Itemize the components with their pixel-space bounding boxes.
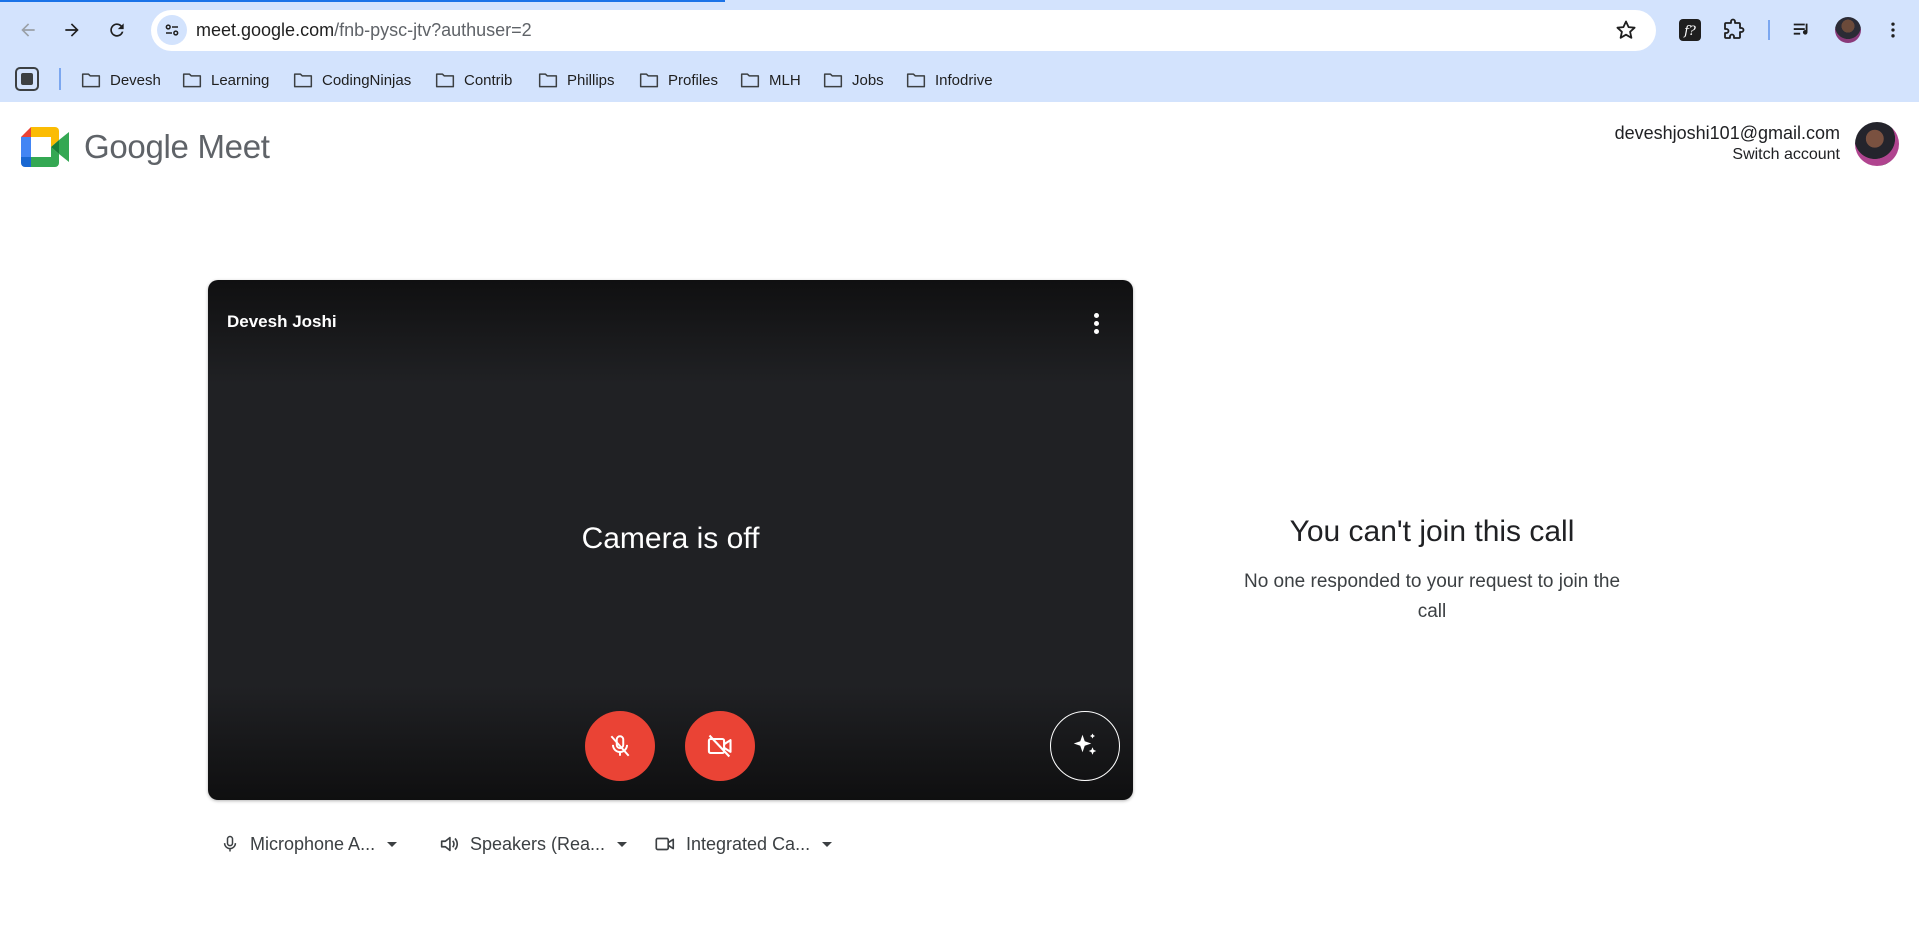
- svg-text:f?: f?: [1683, 24, 1697, 39]
- bookmarks-bar: Devesh Learning CodingNinjas Contrib Phi…: [0, 58, 1919, 102]
- kebab-menu-icon: [1891, 22, 1895, 38]
- brand-name: Google Meet: [84, 128, 270, 165]
- videocam-icon: [655, 837, 675, 851]
- video-preview: Devesh Joshi Camera is off: [208, 280, 1133, 800]
- toolbar-divider: [1768, 20, 1770, 40]
- account-avatar[interactable]: [1855, 122, 1899, 166]
- microphone-toggle-button[interactable]: [585, 711, 655, 781]
- formula-extension-button[interactable]: f?: [1673, 13, 1707, 47]
- folder-icon: [906, 73, 926, 88]
- bookmark-label: CodingNinjas: [322, 71, 412, 89]
- bookmark-folder[interactable]: CodingNinjas: [293, 66, 411, 94]
- forward-icon: [65, 23, 79, 37]
- site-info-button[interactable]: [157, 15, 187, 45]
- bookmark-folder[interactable]: Contrib: [435, 66, 512, 94]
- bookmark-label: Phillips: [567, 71, 615, 89]
- camera-label: Integrated Ca...: [686, 833, 811, 854]
- chevron-down-icon: [617, 841, 628, 847]
- forward-button[interactable]: [55, 13, 89, 47]
- folder-icon: [740, 73, 760, 88]
- folder-icon: [538, 73, 558, 88]
- star-icon: [1616, 20, 1636, 39]
- reload-icon: [110, 23, 124, 37]
- folder-icon: [293, 73, 313, 88]
- url-text: meet.google.com/fnb-pysc-jtv?authuser=2: [196, 20, 532, 41]
- camera-status-text: Camera is off: [581, 522, 760, 555]
- folder-icon: [182, 73, 202, 88]
- media-controls-icon: [1793, 23, 1808, 35]
- url-path: /fnb-pysc-jtv?authuser=2: [334, 20, 532, 40]
- bookmark-label: Devesh: [110, 71, 161, 89]
- visual-effects-button[interactable]: [1050, 711, 1120, 781]
- microphone-select[interactable]: Microphone A...: [220, 830, 398, 858]
- bookmark-star-button[interactable]: [1614, 18, 1638, 47]
- microphone-label: Microphone A...: [250, 833, 376, 854]
- speaker-icon: [440, 836, 459, 852]
- browser-menu-button[interactable]: [1876, 13, 1910, 47]
- video-off-icon: [707, 734, 732, 758]
- url-domain: meet.google.com: [196, 20, 335, 40]
- google-meet-logo[interactable]: Google Meet: [21, 127, 270, 167]
- join-status-panel: You can't join this call No one responde…: [1232, 515, 1632, 627]
- bookmark-folder[interactable]: Learning: [182, 66, 269, 94]
- profile-avatar[interactable]: [1835, 17, 1861, 43]
- bookmarks-divider: [59, 68, 61, 90]
- folder-icon: [81, 73, 101, 88]
- formula-extension-icon: f?: [1679, 19, 1701, 41]
- speakers-label: Speakers (Rea...: [470, 833, 606, 854]
- bookmark-label: Profiles: [668, 71, 719, 89]
- camera-select[interactable]: Integrated Ca...: [654, 830, 833, 858]
- preview-more-options-button[interactable]: [1084, 310, 1108, 336]
- back-icon: [21, 23, 35, 37]
- microphone-icon: [223, 835, 237, 852]
- media-controls-button[interactable]: [1785, 13, 1819, 47]
- join-status-title: You can't join this call: [1289, 515, 1575, 548]
- page-load-progress: [0, 0, 725, 2]
- address-bar[interactable]: meet.google.com/fnb-pysc-jtv?authuser=2: [151, 10, 1656, 51]
- folder-icon: [823, 73, 843, 88]
- bookmark-folder[interactable]: Profiles: [639, 66, 718, 94]
- apps-icon[interactable]: [15, 67, 39, 91]
- switch-account-link[interactable]: Switch account: [1615, 146, 1840, 164]
- account-email: deveshjoshi101@gmail.com: [1614, 123, 1840, 143]
- bookmark-folder[interactable]: Phillips: [538, 66, 615, 94]
- camera-toggle-button[interactable]: [685, 711, 755, 781]
- participant-name: Devesh Joshi: [227, 312, 337, 331]
- speakers-select[interactable]: Speakers (Rea...: [438, 830, 628, 858]
- meet-camera-logo-icon: [21, 127, 69, 167]
- bookmark-label: Infodrive: [935, 71, 993, 89]
- chevron-down-icon: [387, 841, 398, 847]
- browser-toolbar: meet.google.com/fnb-pysc-jtv?authuser=2 …: [0, 0, 1919, 58]
- back-button[interactable]: [11, 13, 45, 47]
- bookmark-folder[interactable]: MLH: [740, 66, 801, 94]
- bookmark-label: Learning: [211, 71, 270, 89]
- bookmark-folder[interactable]: Jobs: [823, 66, 884, 94]
- folder-icon: [435, 73, 455, 88]
- sparkle-effects-icon: [1073, 733, 1097, 755]
- folder-icon: [639, 73, 659, 88]
- reload-button[interactable]: [100, 13, 134, 47]
- join-status-message: No one responded to your request to join…: [1243, 571, 1621, 622]
- chevron-down-icon: [822, 841, 833, 847]
- bookmark-folder[interactable]: Infodrive: [906, 66, 993, 94]
- account-info: deveshjoshi101@gmail.com Switch account: [1615, 123, 1840, 164]
- more-vert-icon: [1093, 312, 1099, 318]
- bookmark-label: Jobs: [852, 71, 884, 89]
- extensions-button[interactable]: [1717, 13, 1751, 47]
- extensions-puzzle-icon: [1724, 18, 1745, 39]
- mic-off-icon: [610, 735, 630, 757]
- site-info-icon: [165, 24, 179, 36]
- bookmark-label: MLH: [769, 71, 801, 89]
- bookmark-label: Contrib: [464, 71, 513, 89]
- bookmark-folder[interactable]: Devesh: [81, 66, 161, 94]
